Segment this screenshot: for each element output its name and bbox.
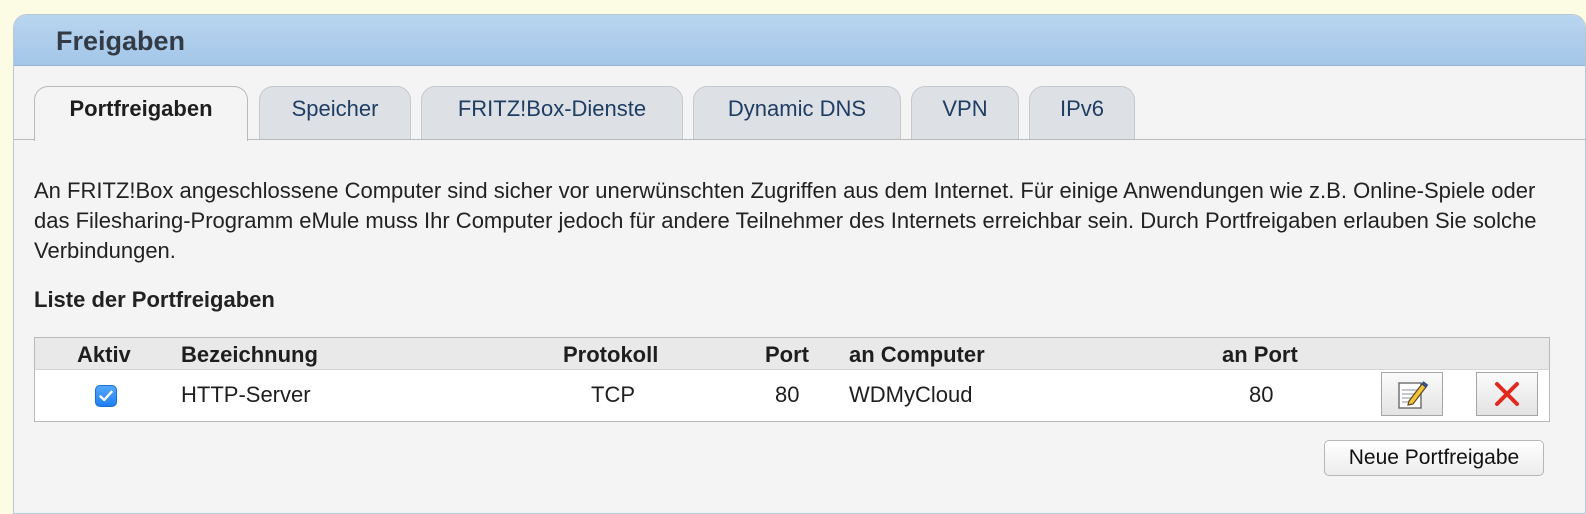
new-portfreigabe-button[interactable]: Neue Portfreigabe bbox=[1324, 440, 1544, 476]
tab-ipv6[interactable]: IPv6 bbox=[1029, 86, 1135, 139]
column-header-port: Port bbox=[765, 342, 809, 367]
panel-title: Freigaben bbox=[56, 26, 186, 56]
column-header-an-computer: an Computer bbox=[849, 342, 985, 367]
cell-an-port: 80 bbox=[1249, 382, 1274, 407]
delete-icon bbox=[1495, 382, 1519, 406]
tab-bar: Portfreigaben Speicher FRITZ!Box-Dienste… bbox=[14, 66, 1585, 141]
cell-protokoll: TCP bbox=[591, 382, 635, 407]
aktiv-checkbox[interactable] bbox=[95, 385, 117, 407]
column-header-bezeichnung: Bezeichnung bbox=[181, 342, 318, 367]
edit-icon bbox=[1398, 381, 1429, 409]
checkmark-icon bbox=[99, 390, 113, 402]
tab-speicher[interactable]: Speicher bbox=[259, 86, 411, 139]
freigaben-panel: Freigaben Portfreigaben Speicher FRITZ!B… bbox=[13, 14, 1586, 514]
cell-bezeichnung: HTTP-Server bbox=[181, 382, 311, 407]
portfreigaben-table: Aktiv Bezeichnung Protokoll Port an Comp… bbox=[34, 337, 1550, 422]
cell-port: 80 bbox=[775, 382, 800, 407]
tab-portfreigaben[interactable]: Portfreigaben bbox=[34, 86, 248, 141]
column-header-aktiv: Aktiv bbox=[77, 342, 131, 367]
column-header-an-port: an Port bbox=[1222, 342, 1298, 367]
intro-text: An FRITZ!Box angeschlossene Computer sin… bbox=[34, 178, 1537, 263]
tab-vpn[interactable]: VPN bbox=[911, 86, 1019, 139]
cell-an-computer: WDMyCloud bbox=[849, 382, 973, 407]
tab-fritzbox-dienste[interactable]: FRITZ!Box-Dienste bbox=[421, 86, 683, 139]
edit-button[interactable] bbox=[1381, 372, 1443, 416]
panel-header bbox=[14, 15, 1585, 66]
tab-dynamic-dns[interactable]: Dynamic DNS bbox=[693, 86, 901, 139]
delete-button[interactable] bbox=[1476, 372, 1538, 416]
list-title: Liste der Portfreigaben bbox=[34, 287, 275, 312]
table-header: Aktiv Bezeichnung Protokoll Port an Comp… bbox=[35, 338, 1549, 370]
column-header-protokoll: Protokoll bbox=[563, 342, 659, 367]
